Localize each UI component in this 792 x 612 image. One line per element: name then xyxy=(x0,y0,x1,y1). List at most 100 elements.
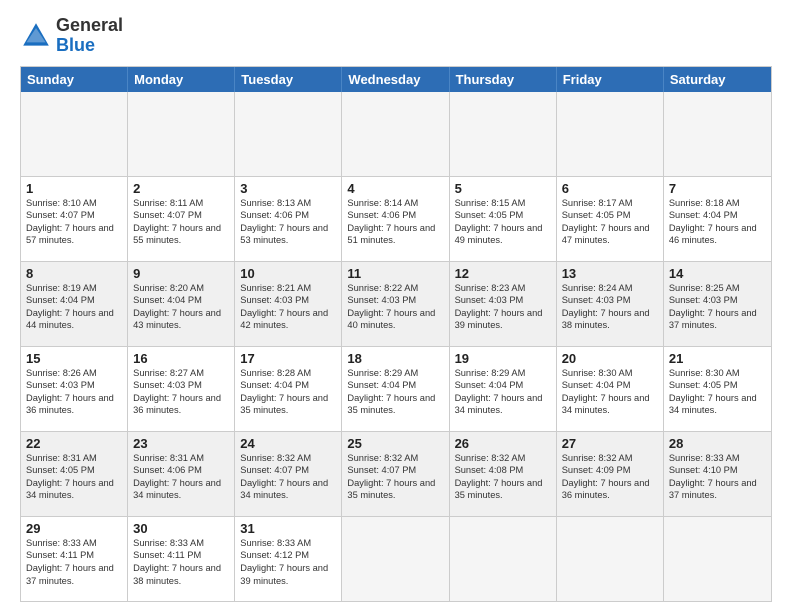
day-number: 2 xyxy=(133,181,229,196)
daylight-text: Daylight: 7 hours and 47 minutes. xyxy=(562,222,658,247)
sunset-text: Sunset: 4:06 PM xyxy=(240,209,336,222)
sunrise-text: Sunrise: 8:25 AM xyxy=(669,282,766,295)
logo-icon xyxy=(20,20,52,52)
daylight-text: Daylight: 7 hours and 34 minutes. xyxy=(26,477,122,502)
day-number: 31 xyxy=(240,521,336,536)
header-thursday: Thursday xyxy=(450,67,557,92)
day-number: 27 xyxy=(562,436,658,451)
sunset-text: Sunset: 4:06 PM xyxy=(347,209,443,222)
sunrise-text: Sunrise: 8:33 AM xyxy=(669,452,766,465)
calendar-cell xyxy=(664,92,771,176)
calendar-cell xyxy=(21,92,128,176)
daylight-text: Daylight: 7 hours and 49 minutes. xyxy=(455,222,551,247)
sunrise-text: Sunrise: 8:32 AM xyxy=(240,452,336,465)
sunrise-text: Sunrise: 8:31 AM xyxy=(26,452,122,465)
sunrise-text: Sunrise: 8:33 AM xyxy=(133,537,229,550)
sunrise-text: Sunrise: 8:24 AM xyxy=(562,282,658,295)
calendar-body: 1 Sunrise: 8:10 AM Sunset: 4:07 PM Dayli… xyxy=(21,92,771,601)
calendar-cell: 31 Sunrise: 8:33 AM Sunset: 4:12 PM Dayl… xyxy=(235,517,342,601)
sunrise-text: Sunrise: 8:11 AM xyxy=(133,197,229,210)
calendar-cell: 21 Sunrise: 8:30 AM Sunset: 4:05 PM Dayl… xyxy=(664,347,771,431)
sunset-text: Sunset: 4:05 PM xyxy=(26,464,122,477)
calendar-cell: 24 Sunrise: 8:32 AM Sunset: 4:07 PM Dayl… xyxy=(235,432,342,516)
sunrise-text: Sunrise: 8:29 AM xyxy=(455,367,551,380)
day-number: 3 xyxy=(240,181,336,196)
header: General Blue xyxy=(20,16,772,56)
calendar-cell: 18 Sunrise: 8:29 AM Sunset: 4:04 PM Dayl… xyxy=(342,347,449,431)
day-number: 10 xyxy=(240,266,336,281)
sunrise-text: Sunrise: 8:19 AM xyxy=(26,282,122,295)
daylight-text: Daylight: 7 hours and 38 minutes. xyxy=(562,307,658,332)
calendar-row-4: 22 Sunrise: 8:31 AM Sunset: 4:05 PM Dayl… xyxy=(21,431,771,516)
sunrise-text: Sunrise: 8:32 AM xyxy=(347,452,443,465)
calendar-cell: 16 Sunrise: 8:27 AM Sunset: 4:03 PM Dayl… xyxy=(128,347,235,431)
page: General Blue Sunday Monday Tuesday Wedne… xyxy=(0,0,792,612)
calendar: Sunday Monday Tuesday Wednesday Thursday… xyxy=(20,66,772,602)
calendar-cell: 15 Sunrise: 8:26 AM Sunset: 4:03 PM Dayl… xyxy=(21,347,128,431)
calendar-row-0 xyxy=(21,92,771,176)
sunset-text: Sunset: 4:05 PM xyxy=(455,209,551,222)
calendar-cell: 22 Sunrise: 8:31 AM Sunset: 4:05 PM Dayl… xyxy=(21,432,128,516)
daylight-text: Daylight: 7 hours and 37 minutes. xyxy=(669,307,766,332)
sunset-text: Sunset: 4:03 PM xyxy=(133,379,229,392)
calendar-cell xyxy=(342,517,449,601)
day-number: 12 xyxy=(455,266,551,281)
day-number: 6 xyxy=(562,181,658,196)
calendar-cell: 10 Sunrise: 8:21 AM Sunset: 4:03 PM Dayl… xyxy=(235,262,342,346)
sunrise-text: Sunrise: 8:10 AM xyxy=(26,197,122,210)
calendar-cell: 29 Sunrise: 8:33 AM Sunset: 4:11 PM Dayl… xyxy=(21,517,128,601)
daylight-text: Daylight: 7 hours and 35 minutes. xyxy=(347,477,443,502)
header-tuesday: Tuesday xyxy=(235,67,342,92)
calendar-header: Sunday Monday Tuesday Wednesday Thursday… xyxy=(21,67,771,92)
calendar-cell: 9 Sunrise: 8:20 AM Sunset: 4:04 PM Dayli… xyxy=(128,262,235,346)
sunset-text: Sunset: 4:11 PM xyxy=(133,549,229,562)
calendar-cell: 6 Sunrise: 8:17 AM Sunset: 4:05 PM Dayli… xyxy=(557,177,664,261)
sunrise-text: Sunrise: 8:31 AM xyxy=(133,452,229,465)
calendar-row-1: 1 Sunrise: 8:10 AM Sunset: 4:07 PM Dayli… xyxy=(21,176,771,261)
sunrise-text: Sunrise: 8:15 AM xyxy=(455,197,551,210)
day-number: 25 xyxy=(347,436,443,451)
header-saturday: Saturday xyxy=(664,67,771,92)
daylight-text: Daylight: 7 hours and 53 minutes. xyxy=(240,222,336,247)
day-number: 1 xyxy=(26,181,122,196)
sunset-text: Sunset: 4:05 PM xyxy=(669,379,766,392)
day-number: 28 xyxy=(669,436,766,451)
logo-text: General Blue xyxy=(56,16,123,56)
calendar-row-3: 15 Sunrise: 8:26 AM Sunset: 4:03 PM Dayl… xyxy=(21,346,771,431)
daylight-text: Daylight: 7 hours and 44 minutes. xyxy=(26,307,122,332)
daylight-text: Daylight: 7 hours and 55 minutes. xyxy=(133,222,229,247)
daylight-text: Daylight: 7 hours and 34 minutes. xyxy=(240,477,336,502)
day-number: 22 xyxy=(26,436,122,451)
calendar-row-2: 8 Sunrise: 8:19 AM Sunset: 4:04 PM Dayli… xyxy=(21,261,771,346)
sunset-text: Sunset: 4:03 PM xyxy=(240,294,336,307)
sunrise-text: Sunrise: 8:27 AM xyxy=(133,367,229,380)
sunset-text: Sunset: 4:03 PM xyxy=(562,294,658,307)
day-number: 18 xyxy=(347,351,443,366)
sunrise-text: Sunrise: 8:21 AM xyxy=(240,282,336,295)
sunset-text: Sunset: 4:04 PM xyxy=(347,379,443,392)
calendar-cell: 23 Sunrise: 8:31 AM Sunset: 4:06 PM Dayl… xyxy=(128,432,235,516)
calendar-cell: 20 Sunrise: 8:30 AM Sunset: 4:04 PM Dayl… xyxy=(557,347,664,431)
day-number: 16 xyxy=(133,351,229,366)
calendar-cell: 8 Sunrise: 8:19 AM Sunset: 4:04 PM Dayli… xyxy=(21,262,128,346)
day-number: 5 xyxy=(455,181,551,196)
daylight-text: Daylight: 7 hours and 35 minutes. xyxy=(240,392,336,417)
calendar-cell xyxy=(235,92,342,176)
daylight-text: Daylight: 7 hours and 34 minutes. xyxy=(562,392,658,417)
calendar-cell xyxy=(450,517,557,601)
header-wednesday: Wednesday xyxy=(342,67,449,92)
calendar-cell xyxy=(557,517,664,601)
daylight-text: Daylight: 7 hours and 34 minutes. xyxy=(669,392,766,417)
sunrise-text: Sunrise: 8:13 AM xyxy=(240,197,336,210)
day-number: 30 xyxy=(133,521,229,536)
day-number: 7 xyxy=(669,181,766,196)
sunrise-text: Sunrise: 8:20 AM xyxy=(133,282,229,295)
calendar-cell: 4 Sunrise: 8:14 AM Sunset: 4:06 PM Dayli… xyxy=(342,177,449,261)
sunset-text: Sunset: 4:03 PM xyxy=(347,294,443,307)
header-monday: Monday xyxy=(128,67,235,92)
sunrise-text: Sunrise: 8:32 AM xyxy=(562,452,658,465)
sunset-text: Sunset: 4:07 PM xyxy=(26,209,122,222)
sunrise-text: Sunrise: 8:23 AM xyxy=(455,282,551,295)
calendar-cell: 3 Sunrise: 8:13 AM Sunset: 4:06 PM Dayli… xyxy=(235,177,342,261)
calendar-cell: 19 Sunrise: 8:29 AM Sunset: 4:04 PM Dayl… xyxy=(450,347,557,431)
